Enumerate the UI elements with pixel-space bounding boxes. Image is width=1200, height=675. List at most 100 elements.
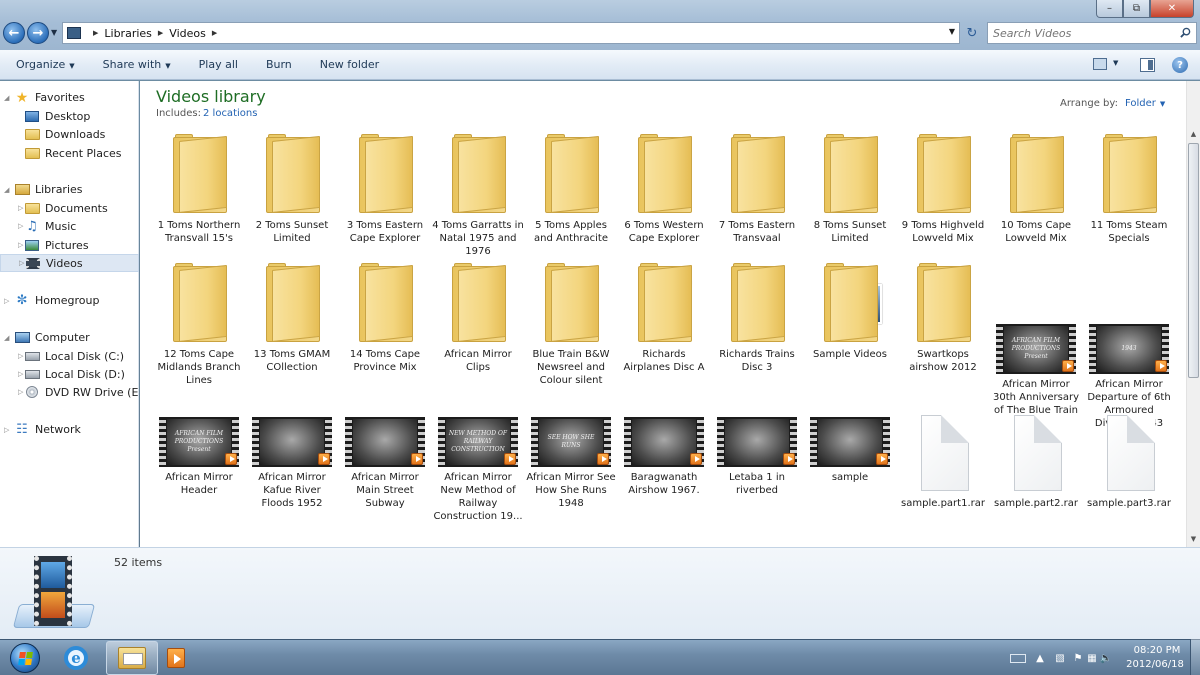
refresh-button[interactable]: ↻ <box>962 22 982 44</box>
help-button[interactable]: ? <box>1172 57 1188 73</box>
expand-icon[interactable]: ▷ <box>19 259 29 267</box>
nav-item-downloads[interactable]: Downloads <box>0 125 139 143</box>
folder-item[interactable]: 2 Toms Sunset Limited <box>246 133 338 245</box>
nav-item-recent-places[interactable]: Recent Places <box>0 144 139 162</box>
video-file-item[interactable]: sample <box>804 385 896 484</box>
video-file-item[interactable]: AFRICAN FILM PRODUCTIONS Present African … <box>153 385 245 497</box>
folder-item[interactable]: 12 Toms Cape Midlands Branch Lines <box>153 262 245 387</box>
vertical-scrollbar[interactable]: ▲ ▼ <box>1186 81 1200 547</box>
share-with-button[interactable]: Share with ▼ <box>95 58 179 71</box>
address-dropdown-icon[interactable]: ▼ <box>949 27 955 36</box>
breadcrumb-videos[interactable]: Videos <box>169 27 206 40</box>
collapse-icon[interactable]: ◢ <box>4 94 14 102</box>
video-file-item[interactable]: NEW METHOD OF RAILWAY CONSTRUCTION Africa… <box>432 385 524 523</box>
taskbar-internet-explorer[interactable]: e <box>50 641 102 675</box>
video-file-item[interactable]: African Mirror Kafue River Floods 1952 <box>246 385 338 510</box>
minimize-button[interactable]: – <box>1096 0 1123 18</box>
breadcrumb-separator-icon[interactable]: ▶ <box>212 29 217 37</box>
video-file-item[interactable]: AFRICAN FILM PRODUCTIONS Present African … <box>990 292 1082 430</box>
folder-item[interactable]: Richards Airplanes Disc A <box>618 262 710 374</box>
scroll-down-arrow-icon[interactable]: ▼ <box>1187 532 1200 546</box>
folder-item[interactable]: 14 Toms Cape Province Mix <box>339 262 431 374</box>
nav-libraries[interactable]: ◢ Libraries <box>0 180 139 199</box>
folder-item[interactable]: 7 Toms Eastern Transvaal <box>711 133 803 245</box>
folder-item[interactable]: 5 Toms Apples and Anthracite <box>525 133 617 245</box>
folder-item[interactable]: 10 Toms Cape Lowveld Mix <box>990 133 1082 245</box>
file-item[interactable]: sample.part3.rar <box>1083 411 1175 510</box>
folder-item[interactable]: Sample Videos <box>804 262 896 361</box>
folder-item[interactable]: Swartkops airshow 2012 <box>897 262 989 374</box>
search-input[interactable] <box>988 23 1168 43</box>
nav-item-music[interactable]: ▷ ♫ Music <box>0 217 139 235</box>
video-file-item[interactable]: African Mirror Main Street Subway <box>339 385 431 510</box>
folder-item[interactable]: 13 Toms GMAM COllection <box>246 262 338 374</box>
folder-item[interactable]: 8 Toms Sunset Limited <box>804 133 896 245</box>
scroll-up-arrow-icon[interactable]: ▲ <box>1187 127 1200 141</box>
close-button[interactable]: ✕ <box>1150 0 1194 18</box>
expand-icon[interactable]: ▷ <box>4 426 14 434</box>
video-file-item[interactable]: Letaba 1 in riverbed <box>711 385 803 497</box>
clock-date[interactable]: 2012/06/18 <box>1123 659 1187 670</box>
expand-icon[interactable]: ▷ <box>18 352 28 360</box>
nav-item-desktop[interactable]: Desktop <box>0 107 139 125</box>
expand-icon[interactable]: ▷ <box>4 297 14 305</box>
folder-item[interactable]: 11 Toms Steam Specials <box>1083 133 1175 245</box>
nav-item-videos[interactable]: ▷ Videos <box>0 254 139 272</box>
collapse-icon[interactable]: ◢ <box>4 334 14 342</box>
nav-item-local-disk-c[interactable]: ▷ Local Disk (C:) <box>0 347 139 365</box>
view-dropdown-icon[interactable]: ▼ <box>1113 59 1118 67</box>
show-desktop-button[interactable] <box>1190 639 1200 675</box>
expand-icon[interactable]: ▷ <box>18 222 28 230</box>
start-button[interactable] <box>2 640 48 675</box>
video-file-item[interactable]: Baragwanath Airshow 1967. <box>618 385 710 497</box>
folder-item[interactable]: 1 Toms Northern Transvall 15's <box>153 133 245 245</box>
taskbar-windows-explorer[interactable] <box>106 641 158 675</box>
breadcrumb-libraries[interactable]: Libraries <box>104 27 152 40</box>
new-folder-button[interactable]: New folder <box>312 58 387 71</box>
show-hidden-icons-icon[interactable]: ▲ <box>1034 652 1046 664</box>
file-item[interactable]: sample.part2.rar <box>990 411 1082 510</box>
taskbar-media-player[interactable] <box>162 641 190 675</box>
expand-icon[interactable]: ▷ <box>18 204 28 212</box>
folder-item[interactable]: 6 Toms Western Cape Explorer <box>618 133 710 245</box>
keyboard-icon[interactable] <box>1010 654 1026 663</box>
expand-icon[interactable]: ▷ <box>18 370 28 378</box>
breadcrumb-separator-icon[interactable]: ▶ <box>158 29 163 37</box>
nav-item-local-disk-d[interactable]: ▷ Local Disk (D:) <box>0 365 139 383</box>
locations-link[interactable]: 2 locations <box>203 108 257 119</box>
burn-button[interactable]: Burn <box>258 58 300 71</box>
nav-item-dvd-drive[interactable]: ▷ DVD RW Drive (E:) 1 <box>0 383 139 401</box>
device-icon[interactable]: ▧ <box>1054 652 1066 664</box>
forward-button[interactable]: → <box>27 22 49 44</box>
preview-pane-icon[interactable] <box>1140 58 1155 72</box>
video-file-item[interactable]: 1943 African Mirror Departure of 6th Armo… <box>1083 292 1175 430</box>
clock-time[interactable]: 08:20 PM <box>1127 645 1187 656</box>
video-file-item[interactable]: SEE HOW SHE RUNS African Mirror See How S… <box>525 385 617 510</box>
nav-item-pictures[interactable]: ▷ Pictures <box>0 236 139 254</box>
collapse-icon[interactable]: ◢ <box>4 186 14 194</box>
change-view-icon[interactable] <box>1093 58 1107 70</box>
address-bar[interactable]: ▶ Libraries ▶ Videos ▶ ▼ <box>62 22 960 44</box>
recent-pages-button[interactable]: ▼ <box>51 28 57 37</box>
search-icon[interactable] <box>1180 27 1191 38</box>
expand-icon[interactable]: ▷ <box>18 388 28 396</box>
scrollbar-thumb[interactable] <box>1188 143 1199 378</box>
folder-item[interactable]: 3 Toms Eastern Cape Explorer <box>339 133 431 245</box>
folder-item[interactable]: Richards Trains Disc 3 <box>711 262 803 374</box>
breadcrumb-separator-icon[interactable]: ▶ <box>93 29 98 37</box>
organize-button[interactable]: Organize ▼ <box>8 58 83 71</box>
file-item[interactable]: sample.part1.rar <box>897 411 989 510</box>
expand-icon[interactable]: ▷ <box>18 241 28 249</box>
nav-network[interactable]: ▷ ☷ Network <box>0 420 139 439</box>
folder-item[interactable]: 4 Toms Garratts in Natal 1975 and 1976 <box>432 133 524 258</box>
network-status-icon[interactable]: ▦ <box>1086 652 1098 664</box>
back-button[interactable]: ← <box>3 22 25 44</box>
arrange-by-dropdown[interactable]: Folder ▼ <box>1125 98 1165 109</box>
folder-item[interactable]: African Mirror Clips <box>432 262 524 374</box>
nav-item-documents[interactable]: ▷ Documents <box>0 199 139 217</box>
nav-computer[interactable]: ◢ Computer <box>0 328 139 347</box>
volume-icon[interactable]: 🔈 <box>1100 652 1112 664</box>
maximize-button[interactable]: ⧉ <box>1123 0 1150 18</box>
nav-homegroup[interactable]: ▷ ✼ Homegroup <box>0 291 139 310</box>
play-all-button[interactable]: Play all <box>191 58 246 71</box>
